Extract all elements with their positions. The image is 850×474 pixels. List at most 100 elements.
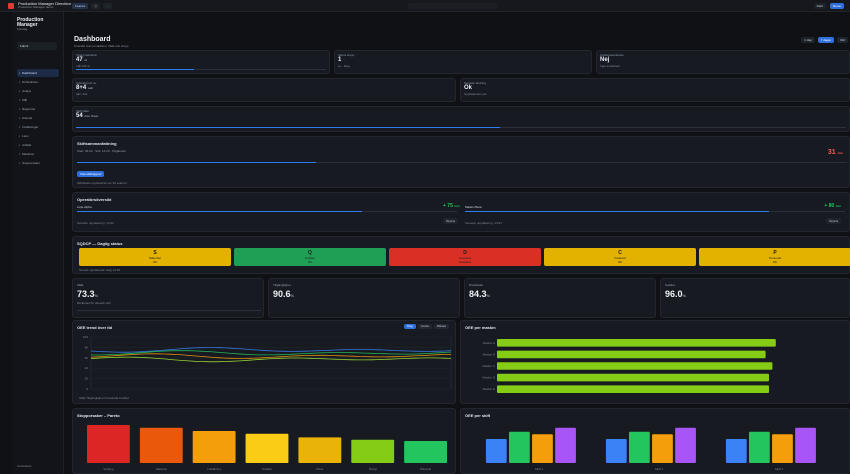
kpi-oee-label: OEE	[77, 283, 84, 287]
shift-bar	[555, 427, 576, 463]
sidebar-header: Production Manager Företag	[17, 18, 63, 31]
pareto-category: Material	[156, 467, 167, 471]
kpi-oee-note: Beräknad för aktuellt skift	[77, 301, 111, 305]
brand-subtitle: Production Manager demo	[18, 5, 54, 9]
kpi-stops: Aktiva stopp 1 se - idag	[334, 50, 592, 74]
sqdcp-tile-value: OK	[617, 260, 623, 264]
oee-trend-chart: 100 80 60 40 20 0	[83, 335, 452, 391]
kpi-quality-oee: Kvalitet 96.0%	[660, 278, 850, 318]
kpi-production-meta: mål 100 st	[76, 64, 90, 68]
nav-icon: ▪	[19, 107, 21, 111]
sidebar-item[interactable]: ▪ Inställningar	[17, 123, 59, 131]
kpi-quality: Kvalitetsavvikelse Nej Inga avvikelser	[596, 50, 850, 74]
sqdcp-tile[interactable]: P Personal OK	[699, 248, 850, 266]
sqdcp-panel: SQDCP — Daglig status S Säkerhet OK Q Kvalit…	[72, 236, 850, 274]
kpi-performance-number: 84.3	[469, 289, 487, 299]
cycle-time-meta: takt: 24s	[76, 92, 88, 96]
kpi-stops-meta: se - idag	[338, 64, 350, 68]
oee-trend-series	[90, 347, 452, 353]
clock-chip[interactable]: ◷	[91, 3, 100, 9]
sqdcp-tile[interactable]: Q Kvalitet OK	[234, 248, 386, 266]
operator-right-progress-fill	[465, 211, 769, 212]
shift-report-button[interactable]: Visa skiftrapport	[77, 171, 105, 177]
range-button[interactable]: 30d	[836, 37, 848, 43]
oee-trend-toggle[interactable]: Vecka	[417, 324, 432, 329]
sqdcp-tile[interactable]: S Säkerhet OK	[79, 248, 231, 266]
kpi-production: Total produktion 47 st mål 100 st	[72, 50, 330, 74]
shift-bar	[772, 434, 793, 463]
oee-trend-y-tick: 40	[85, 366, 89, 370]
sidebar-item[interactable]: ▪ Larm	[17, 132, 59, 140]
sidebar-item-label: Historik	[22, 116, 33, 120]
shift-summary-right-number: 31	[827, 149, 836, 156]
sidebar-item[interactable]: ▪ Mål	[17, 96, 59, 104]
kpi-production-value: 47 st	[76, 57, 87, 63]
operator-right-label: Maskin Beta	[465, 205, 482, 209]
sidebar-item[interactable]: ▪ Maskiner	[17, 150, 59, 158]
more-chip[interactable]: …	[102, 3, 112, 9]
sidebar-item[interactable]: ▪ Analys	[17, 87, 59, 95]
shift-bar	[675, 427, 696, 463]
nav-icon: ▪	[19, 98, 21, 102]
operator-panel-title: Operatörsöversikt	[77, 197, 112, 202]
sidebar-item[interactable]: ▪ Artiklar	[17, 141, 59, 149]
pareto-bar	[192, 431, 236, 463]
kpi-availability-value: 90.6%	[273, 289, 294, 299]
kpi-performance: Prestanda 84.3%	[464, 278, 656, 318]
demo-button[interactable]: Demo	[829, 3, 844, 9]
oee-trend-toggle[interactable]: Dag	[404, 324, 416, 329]
app-frame: Production Manager Direction Production …	[0, 0, 850, 474]
range-button[interactable]: 7 dagar	[817, 37, 834, 43]
sqdcp-title: SQDCP — Daglig status	[77, 241, 123, 246]
top-right: Dark Demo	[813, 3, 844, 9]
kpi-availability: Tillgänglighet 90.6%	[268, 278, 460, 318]
shift-summary-note: Skiftstatus uppdateras var 30 sekund	[77, 181, 127, 185]
theme-toggle[interactable]: Dark	[813, 3, 826, 9]
shift-bar	[605, 439, 627, 463]
sqdcp-tile[interactable]: C Kostnad OK	[544, 248, 696, 266]
oee-machine-bar	[497, 373, 769, 382]
oee-machine-category: Maskin E	[483, 387, 495, 391]
sidebar-footer[interactable]: Användare	[17, 464, 32, 468]
shift-chart-panel: OEE per skift Skift 1 Skift 2 Skift 3	[460, 408, 850, 474]
sidebar-item[interactable]: ▪ Stopporsaker	[17, 159, 59, 167]
range-button[interactable]: 1 dag	[801, 37, 815, 43]
site-select[interactable]: Fabrik	[17, 42, 57, 50]
address-bar[interactable]	[408, 3, 498, 9]
oee-machine-category: Maskin B	[483, 352, 495, 356]
shift-bar	[485, 439, 507, 463]
operator-right-open-button[interactable]: Öppna	[825, 218, 841, 224]
sidebar-item-label: Stopporsaker	[22, 161, 40, 165]
shift-category: Skift 2	[655, 467, 664, 471]
operator-left-open-button[interactable]: Öppna	[443, 218, 459, 224]
shift-goal-progress	[76, 127, 846, 128]
kpi-oee-unit: %	[94, 293, 99, 298]
sidebar-item[interactable]: ▪ Historik	[17, 114, 59, 122]
operator-right-note: Senaste uppdatering: 14:01	[465, 221, 502, 225]
operator-left-label: Linje Alpha	[77, 205, 92, 209]
sqdcp-tile[interactable]: D Leverans Avvikelse	[389, 248, 541, 266]
oee-machine-bar	[497, 385, 769, 393]
pareto-bar	[245, 433, 289, 463]
pareto-bar	[351, 439, 395, 463]
pareto-title: Stopporsaker – Pareto	[77, 413, 120, 418]
nav-icon: ▪	[19, 125, 21, 129]
oee-trend-toggle[interactable]: Månad	[433, 324, 449, 329]
sidebar-item[interactable]: ▪ Dashboard	[17, 69, 59, 77]
pareto-chart: Verktyg Material Inställning Kvalitet Paus Öv…	[87, 425, 447, 471]
sqdcp-tile-value: Avvikelse	[458, 260, 472, 264]
operator-right-progress	[465, 211, 845, 212]
operator-left-value: + 75 min	[443, 203, 460, 209]
oee-machine-bar	[497, 339, 776, 347]
kpi-production-unit: st	[84, 58, 88, 62]
shift-bar	[509, 431, 530, 463]
sqdcp-tile-value: OK	[152, 260, 158, 264]
shift-goal-progress-fill	[76, 127, 500, 128]
sidebar-item[interactable]: ▪ Driftsvärden	[17, 78, 59, 86]
kpi-performance-unit: %	[486, 293, 491, 298]
feature-chip[interactable]: Feature	[72, 3, 89, 9]
kpi-availability-unit: %	[290, 293, 295, 298]
pareto-bar	[87, 425, 130, 463]
sidebar-item[interactable]: ▪ Rapporter	[17, 105, 59, 113]
shift-bar	[532, 434, 553, 463]
